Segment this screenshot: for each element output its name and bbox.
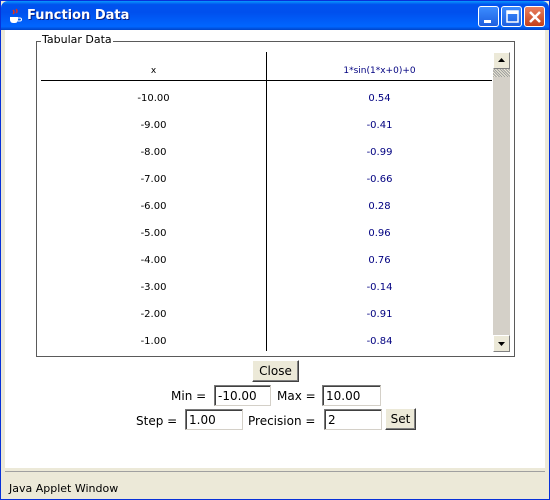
- step-input[interactable]: [185, 409, 243, 430]
- column-header-x: x: [150, 66, 157, 76]
- table-cell-x: -4.00: [140, 255, 167, 266]
- table-cell-y: 0.54: [368, 93, 391, 104]
- table-cell-x: -2.00: [140, 309, 167, 320]
- step-label: Step =: [136, 414, 178, 428]
- window-title: Function Data: [27, 8, 130, 23]
- table-cell-y: -0.99: [366, 147, 393, 158]
- scrollbar-track[interactable]: [493, 77, 510, 335]
- set-button[interactable]: Set: [385, 408, 416, 430]
- column-header-function: 1*sin(1*x+0)+0: [343, 66, 416, 76]
- table-cell-y: -0.84: [366, 336, 393, 347]
- table-cell-x: -6.00: [140, 201, 167, 212]
- tabular-data-label: Tabular Data: [41, 33, 113, 46]
- max-input[interactable]: [322, 385, 381, 406]
- function-data-window: Function Data Tabular Data x 1*sin(1*x+0…: [0, 0, 550, 500]
- title-bar[interactable]: Function Data: [1, 1, 549, 30]
- close-button[interactable]: Close: [252, 360, 299, 382]
- precision-label: Precision =: [248, 414, 316, 428]
- max-label: Max =: [277, 389, 316, 403]
- minimize-icon: [484, 20, 491, 23]
- table-cell-y: 0.96: [368, 228, 391, 239]
- scroll-down-button[interactable]: [493, 335, 510, 352]
- close-icon: [529, 11, 541, 23]
- table-cell-y: -0.41: [366, 120, 393, 131]
- table-cell-x: -10.00: [137, 93, 170, 104]
- min-input[interactable]: [214, 385, 271, 406]
- maximize-button[interactable]: [501, 6, 522, 27]
- minimize-button[interactable]: [478, 6, 499, 27]
- table-cell-x: -8.00: [140, 147, 167, 158]
- close-window-button[interactable]: [524, 6, 545, 27]
- table-cell-y: -0.91: [366, 309, 393, 320]
- table-cell-y: 0.76: [368, 255, 391, 266]
- table-cell-y: -0.14: [366, 282, 393, 293]
- table-cell-x: -7.00: [140, 174, 167, 185]
- table-cell-y: -0.66: [366, 174, 393, 185]
- maximize-icon: [506, 10, 519, 23]
- status-text: Java Applet Window: [9, 482, 119, 495]
- scroll-up-button[interactable]: [493, 52, 510, 69]
- table-cell-y: 0.28: [368, 201, 391, 212]
- table-cell-x: -9.00: [140, 120, 167, 131]
- arrow-down-icon: [498, 342, 505, 346]
- java-cup-icon: [7, 8, 23, 24]
- table-cell-x: -1.00: [140, 336, 167, 347]
- min-label: Min =: [171, 389, 207, 403]
- arrow-up-icon: [498, 58, 505, 62]
- scrollbar-thumb[interactable]: [493, 69, 510, 77]
- header-divider: [41, 80, 492, 81]
- precision-input[interactable]: [324, 409, 382, 430]
- table-cell-x: -3.00: [140, 282, 167, 293]
- table-cell-x: -5.00: [140, 228, 167, 239]
